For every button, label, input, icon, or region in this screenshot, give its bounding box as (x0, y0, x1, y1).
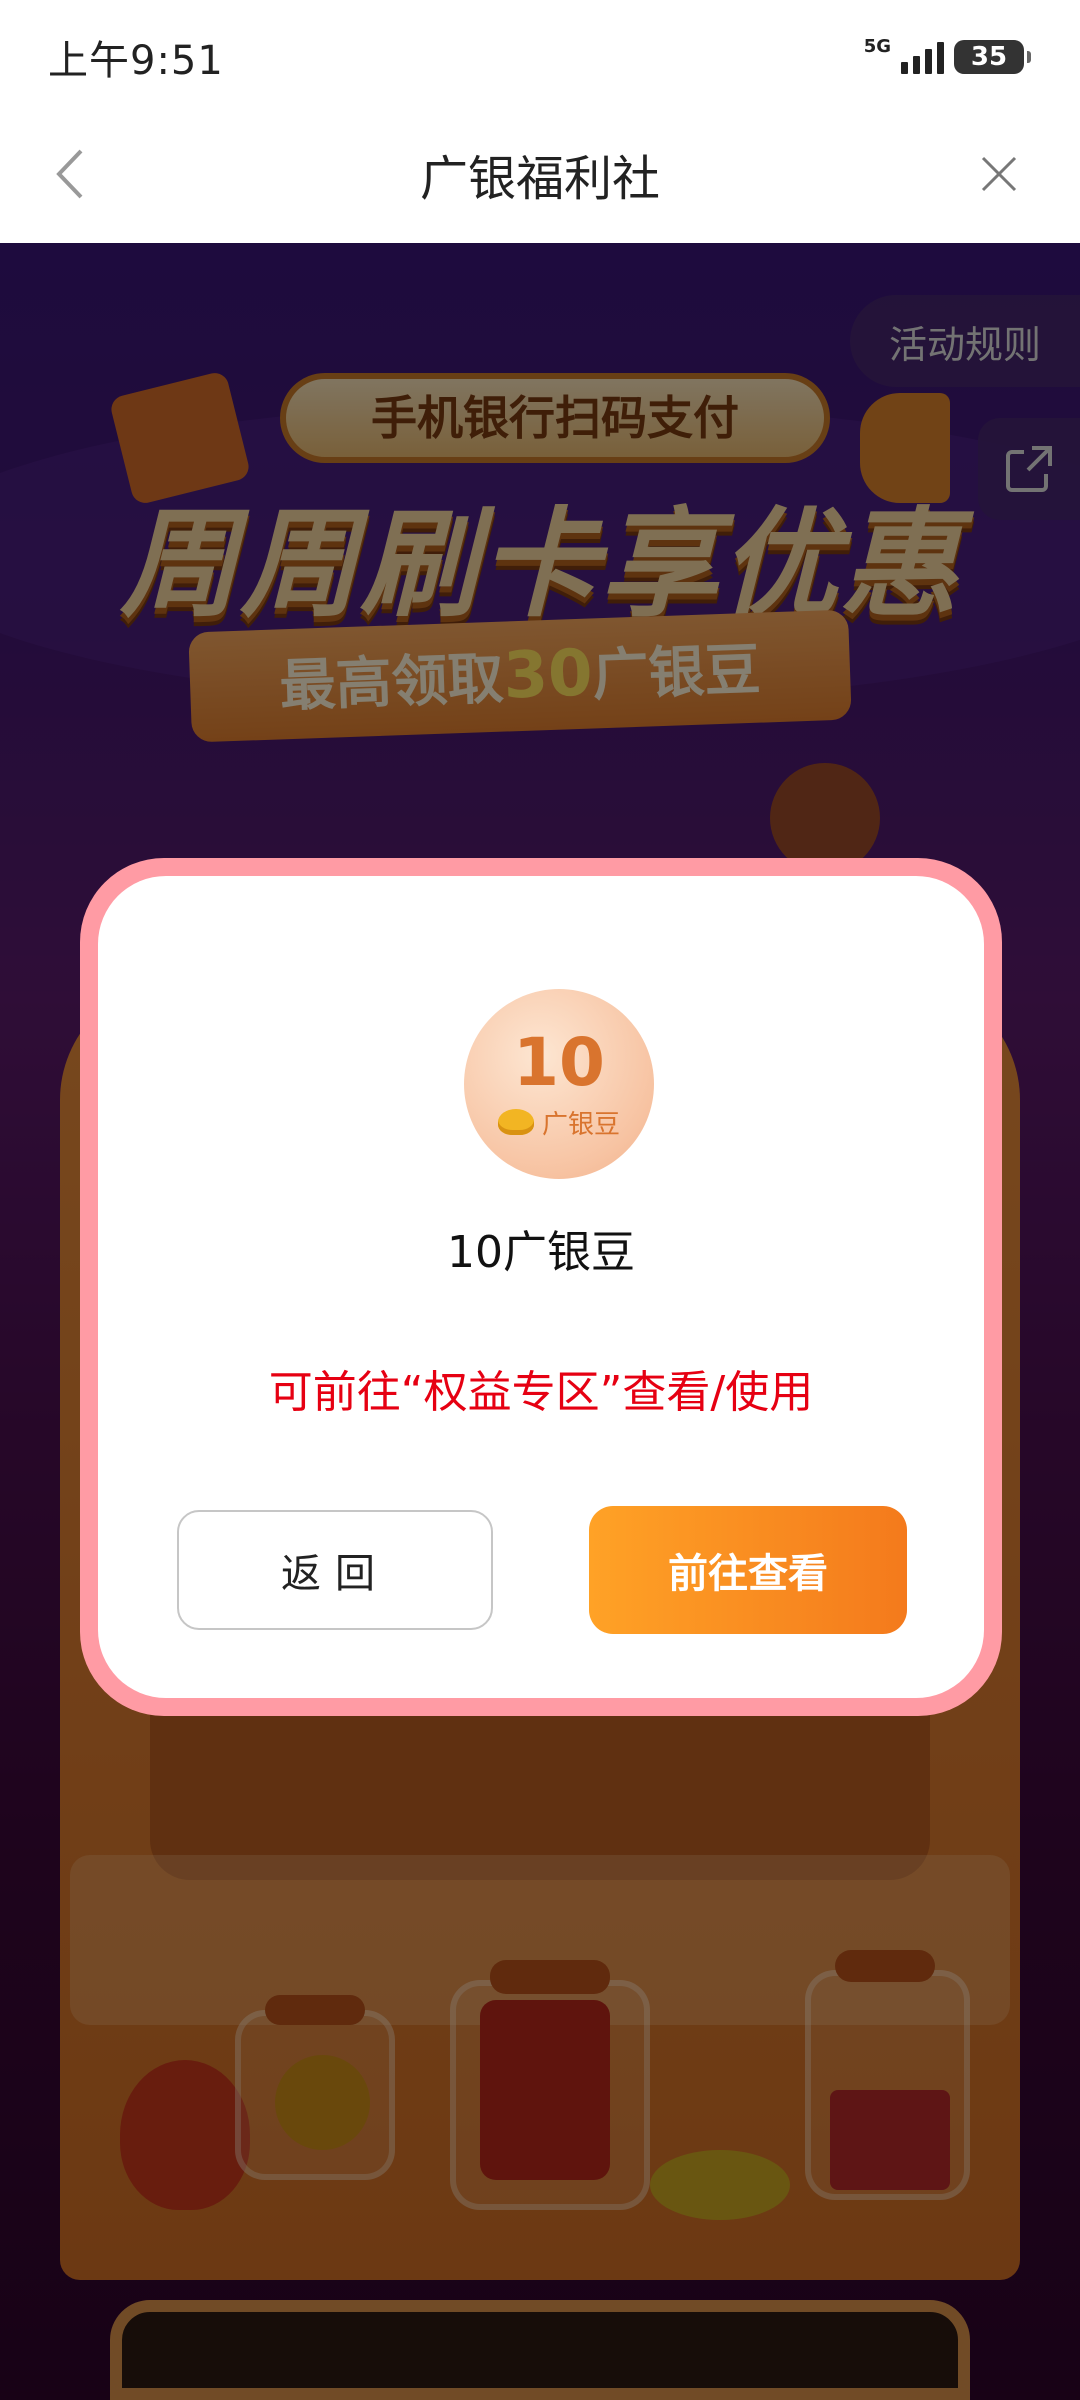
status-time: 上午9:51 (48, 38, 224, 84)
reward-badge-unit-label: 广银豆 (541, 1109, 620, 1140)
gold-ingot-icon (497, 1109, 534, 1135)
status-bar: 上午9:51 5G 35 (0, 0, 1080, 105)
reward-badge-unit: 广银豆 (497, 1104, 620, 1141)
reward-dialog-body: 10 广银豆 10广银豆 可前往“权益专区”查看/使用 返回 前往查看 (98, 876, 984, 1698)
reward-dialog: 10 广银豆 10广银豆 可前往“权益专区”查看/使用 返回 前往查看 (80, 858, 1002, 1716)
reward-badge: 10 广银豆 (464, 989, 654, 1179)
go-view-button[interactable]: 前往查看 (589, 1506, 907, 1634)
status-indicators: 5G 35 (863, 34, 1031, 74)
back-button[interactable]: 返回 (177, 1510, 493, 1630)
battery-icon: 35 (954, 40, 1031, 74)
nav-bar: 广银福利社 (0, 105, 1080, 243)
close-icon[interactable] (964, 139, 1034, 209)
page-title: 广银福利社 (419, 151, 660, 207)
reward-title: 10广银豆 (447, 1227, 635, 1278)
battery-level: 35 (970, 42, 1008, 72)
reward-badge-number: 10 (513, 1023, 605, 1101)
reward-hint: 可前往“权益专区”查看/使用 (268, 1367, 814, 1418)
signal-icon (901, 40, 944, 74)
network-type: 5G (863, 36, 891, 57)
